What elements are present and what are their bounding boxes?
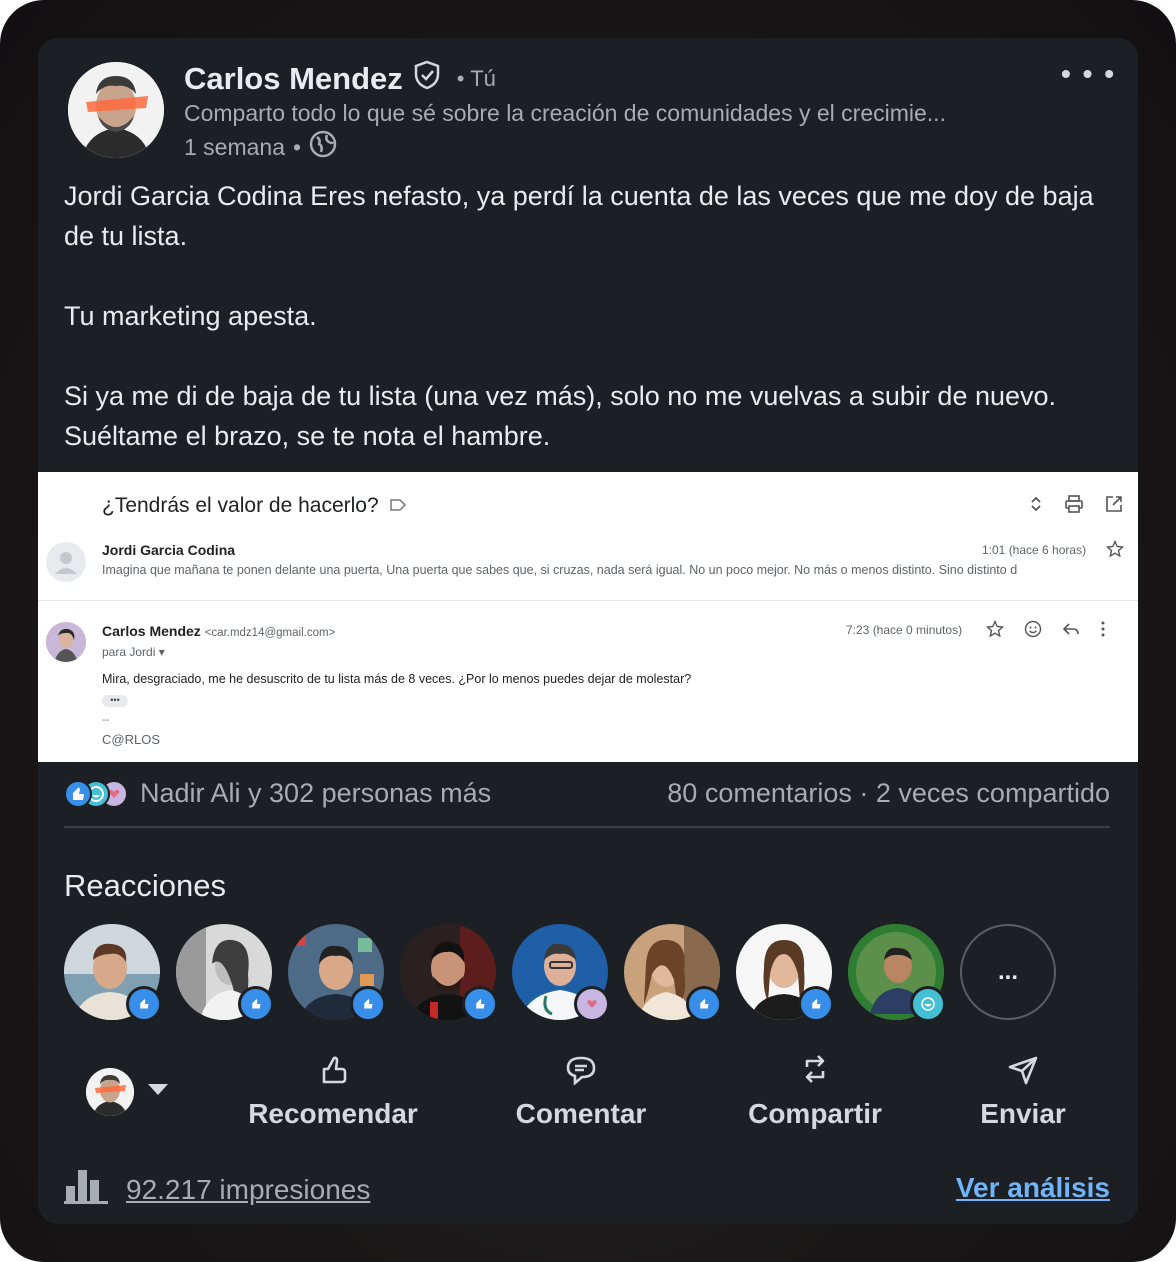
recommend-button[interactable]: Recomendar — [248, 1052, 418, 1130]
email-time: 1:01 (hace 6 horas) — [982, 543, 1087, 557]
recommend-label: Recomendar — [248, 1098, 418, 1129]
like-reaction-icon — [64, 779, 92, 808]
reply-body: Mira, desgraciado, me he desuscrito de t… — [102, 672, 692, 686]
reply-sender-name: Carlos Mendez — [102, 623, 201, 639]
reply-sender: Carlos Mendez <car.mdz14@gmail.com> — [102, 623, 335, 639]
post-age: 1 semana — [184, 133, 286, 160]
reactions-heading: Reacciones — [64, 868, 226, 903]
emoji-icon — [1024, 620, 1042, 643]
impressions-count: 92.217 impresiones — [126, 1173, 371, 1205]
share-label: Compartir — [748, 1098, 882, 1129]
signature-separator: -- — [102, 714, 110, 726]
post-body: Jordi Garcia Codina Eres nefasto, ya per… — [64, 176, 1114, 496]
post-actions: Recomendar Comentar Compartir Enviar — [38, 1052, 1138, 1142]
view-analytics-link[interactable]: Ver análisis — [956, 1172, 1110, 1204]
share-button[interactable]: Compartir — [738, 1052, 892, 1130]
comment-label: Comentar — [515, 1098, 647, 1129]
caret-down-icon — [148, 1083, 168, 1101]
email-subject: ¿Tendrás el valor de hacerlo? — [102, 494, 379, 517]
email-subject-row: ¿Tendrás el valor de hacerlo? — [102, 494, 407, 518]
more-options-icon[interactable]: • • • — [1061, 58, 1116, 90]
reactors-list: ... — [64, 924, 1056, 1022]
reactor-avatar[interactable] — [176, 924, 274, 1022]
verified-shield-icon — [413, 60, 441, 98]
star-icon — [1105, 539, 1125, 563]
recipient-text: para Jordi — [102, 645, 156, 659]
post-analytics-footer: 92.217 impresiones Ver análisis — [64, 1168, 1110, 1208]
globe-icon — [309, 130, 337, 164]
like-badge-icon — [462, 986, 498, 1022]
sender-avatar — [46, 542, 86, 582]
more-reactors-button[interactable]: ... — [960, 924, 1056, 1020]
reactions-text: Nadir Ali y 302 personas más — [140, 778, 492, 808]
open-new-window-icon — [1104, 494, 1124, 519]
star-icon — [985, 619, 1005, 643]
like-badge-icon — [238, 986, 274, 1022]
you-label: • Tú — [456, 66, 496, 91]
reactor-avatar[interactable] — [736, 924, 834, 1022]
post-time: 1 semana • — [184, 130, 337, 164]
email-screenshot[interactable]: ¿Tendrás el valor de hacerlo? Jordi Garc… — [38, 472, 1138, 762]
reply-sender-avatar — [46, 622, 86, 662]
send-plane-icon — [1008, 1055, 1038, 1092]
like-badge-icon — [798, 986, 834, 1022]
impressions-link[interactable]: 92.217 impresiones — [64, 1168, 370, 1211]
reactor-avatar[interactable] — [64, 924, 162, 1022]
reaction-icons — [64, 779, 128, 808]
send-label: Enviar — [980, 1098, 1066, 1129]
trimmed-content-dots: ••• — [102, 695, 128, 707]
reactions-summary[interactable]: Nadir Ali y 302 personas más — [64, 778, 491, 809]
reply-toolbar — [985, 619, 1106, 643]
reactor-avatar[interactable] — [512, 924, 610, 1022]
print-icon — [1064, 494, 1084, 519]
like-badge-icon — [126, 986, 162, 1022]
device-frame: Carlos Mendez • Tú Comparto todo lo que … — [0, 0, 1176, 1262]
like-badge-icon — [686, 986, 722, 1022]
post-paragraph: Tu marketing apesta. — [64, 301, 317, 331]
thumbs-up-icon — [318, 1055, 348, 1092]
email-message-collapsed: Jordi Garcia Codina Imagina que mañana t… — [38, 534, 1138, 601]
repost-icon — [801, 1053, 829, 1092]
email-toolbar — [1028, 494, 1124, 519]
support-badge-icon — [574, 986, 610, 1022]
funny-badge-icon — [910, 986, 946, 1022]
author-name[interactable]: Carlos Mendez — [184, 61, 403, 97]
label-tag-icon — [389, 494, 407, 518]
reply-arrow-icon — [1062, 620, 1080, 643]
author-headline: Comparto todo lo que sé sobre la creació… — [184, 100, 946, 126]
reactor-avatar[interactable] — [288, 924, 386, 1022]
comment-button[interactable]: Comentar — [506, 1052, 656, 1130]
send-button[interactable]: Enviar — [968, 1052, 1078, 1130]
actor-selector[interactable] — [86, 1068, 168, 1116]
time-separator: • — [293, 133, 302, 160]
email-message-reply: Carlos Mendez <car.mdz14@gmail.com> para… — [38, 612, 1138, 762]
kebab-menu-icon — [1100, 620, 1106, 643]
email-snippet: Imagina que mañana te ponen delante una … — [102, 563, 1018, 577]
author-avatar[interactable] — [68, 62, 164, 158]
email-sender: Jordi Garcia Codina — [102, 542, 236, 558]
comment-bubble-icon — [565, 1055, 597, 1092]
email-signature: C@RLOS — [102, 732, 160, 747]
reply-time: 7:23 (hace 0 minutos) — [846, 623, 963, 637]
actor-avatar — [86, 1068, 134, 1116]
post-card: Carlos Mendez • Tú Comparto todo lo que … — [38, 38, 1138, 1224]
reply-recipient: para Jordi ▾ — [102, 645, 165, 659]
post-paragraph: Jordi Garcia Codina Eres nefasto, ya per… — [64, 181, 1094, 251]
bar-chart-icon — [64, 1168, 108, 1211]
like-badge-icon — [350, 986, 386, 1022]
comments-shares-count[interactable]: 80 comentarios · 2 veces compartido — [667, 778, 1110, 809]
reactor-avatar[interactable] — [848, 924, 946, 1022]
author-name-row: Carlos Mendez • Tú — [184, 60, 496, 98]
reactor-avatar[interactable] — [400, 924, 498, 1022]
social-counts-bar: Nadir Ali y 302 personas más 80 comentar… — [64, 774, 1110, 828]
post-paragraph: Si ya me di de baja de tu lista (una vez… — [64, 381, 1057, 451]
reactor-avatar[interactable] — [624, 924, 722, 1022]
expand-collapse-icon — [1028, 494, 1044, 519]
reply-sender-address: <car.mdz14@gmail.com> — [204, 627, 336, 639]
